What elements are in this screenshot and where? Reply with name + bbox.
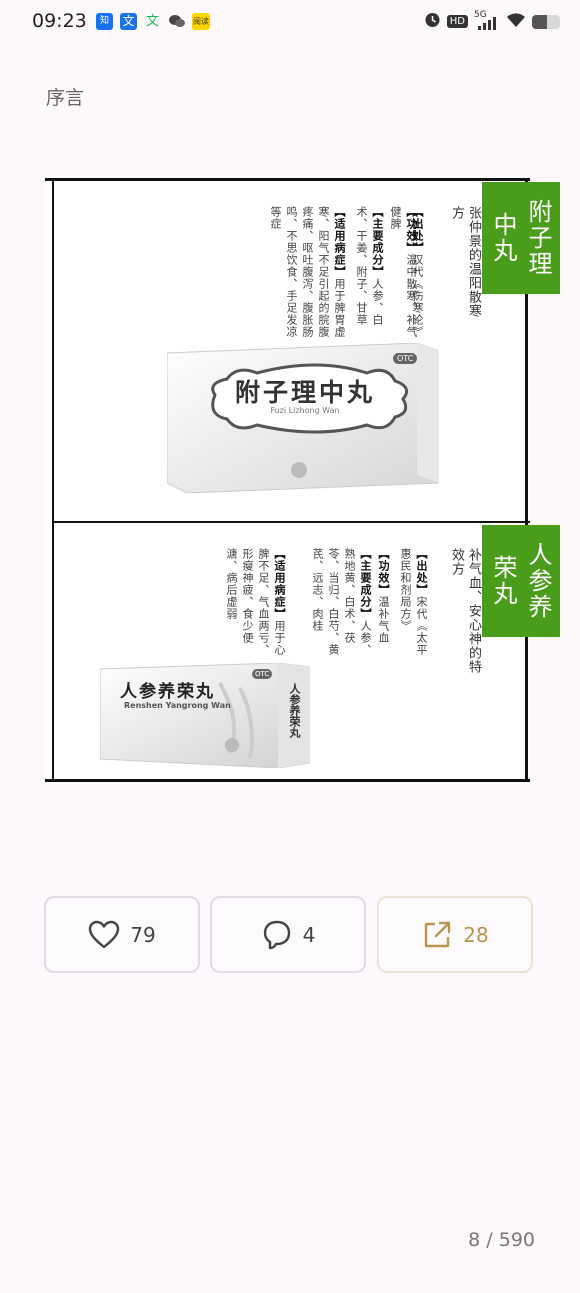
section2-indications: 【适用病症】用于心脾不足、气血两亏、形瘦神疲、食少便溏、病后虚弱	[225, 548, 286, 656]
comment-count: 4	[302, 922, 316, 947]
section2-ingredients: 【主要成分】人参、熟地黄、白术、茯苓、当归、白芍、黄芪、远志、肉桂	[311, 548, 372, 656]
status-icons: HD 5G	[424, 10, 560, 32]
box1-pinyin: Fuzi Lizhong Wan	[270, 406, 340, 415]
status-bar: 09:23 知乎 文 文 阅读 HD 5G	[0, 0, 580, 44]
signal-icon: 5G	[474, 10, 500, 31]
frame-line	[45, 779, 530, 782]
yuedu-icon: 阅读	[192, 13, 210, 30]
section1-ingredients: 【主要成分】人参、白术、干姜、附子、甘草	[355, 206, 384, 326]
battery-level	[532, 14, 548, 29]
frame-line	[52, 178, 54, 782]
section2-subtitle: 补气血、安心神的特效方	[449, 548, 481, 674]
battery-icon	[532, 14, 560, 29]
wenku-icon: 文	[145, 14, 159, 29]
box2-pinyin: Renshen Yangrong Wan	[124, 701, 231, 710]
comment-button[interactable]: 4	[210, 896, 366, 973]
section2-effect: 【功效】温补气血	[377, 548, 390, 644]
article-image[interactable]: 附子理中丸 张仲景的温阳散寒方 【出处】汉代《伤寒论》 【功效】温中散寒，补气健…	[45, 176, 560, 784]
box2-side-name: 人参养荣丸	[288, 683, 301, 738]
box1-name: 附子理中丸	[234, 378, 375, 407]
otc-badge: OTC	[393, 353, 418, 364]
share-count: 28	[463, 922, 489, 947]
page-title: 序言	[46, 87, 85, 109]
wifi-icon	[506, 12, 526, 32]
section1-title: 附子理中丸	[482, 182, 560, 294]
section1-subtitle: 张仲景的温阳散寒方	[449, 206, 481, 318]
otc-badge: OTC	[252, 669, 273, 679]
clock: 09:23	[32, 10, 87, 32]
alarm-icon	[424, 11, 441, 32]
frame-divider	[52, 521, 530, 523]
wechat-icon	[168, 13, 185, 30]
box2-name: 人参养荣丸	[120, 682, 215, 702]
frame-line	[45, 178, 530, 181]
section2-source: 【出处】宋代《太平惠民和剂局方》	[399, 548, 428, 656]
share-button[interactable]: 28	[377, 896, 533, 973]
zhihu-icon: 知乎	[96, 13, 113, 43]
translate-icon: 文	[120, 13, 137, 30]
product-box-renshen-yangrong: 人参养荣丸 Renshen Yangrong Wan OTC 人参养荣丸	[99, 662, 311, 769]
like-count: 79	[130, 922, 156, 947]
product-box-fuzi-lizhong: 附子理中丸 Fuzi Lizhong Wan OTC	[166, 342, 440, 494]
like-button[interactable]: 79	[44, 896, 200, 973]
section1-effect: 【功效】温中散寒，补气健脾	[389, 206, 418, 338]
share-icon	[421, 919, 453, 951]
hd-icon: HD	[446, 15, 468, 28]
comment-icon	[261, 919, 293, 951]
page-indicator: 8 / 590	[468, 1229, 535, 1251]
section1-indications: 【适用病症】用于脾胃虚寒、阳气不足引起的脘腹疼痛、呕吐腹泻、腹胀肠鸣、不思饮食、…	[269, 206, 346, 338]
section2-title: 人参养荣丸	[482, 525, 560, 637]
heart-icon	[88, 920, 120, 950]
